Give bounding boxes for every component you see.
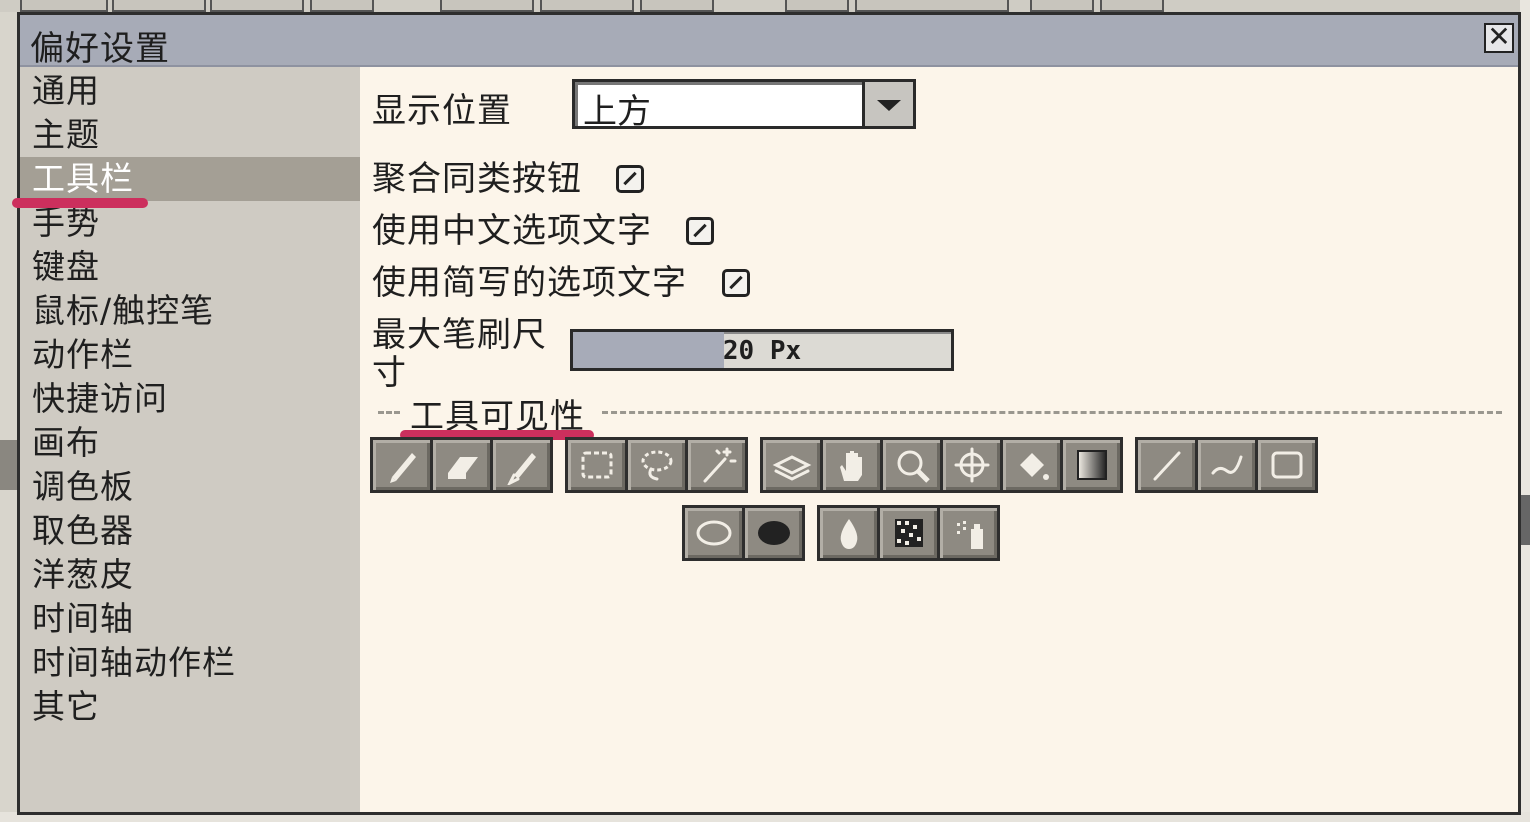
chevron-down-icon [877,100,901,111]
rect-select-icon [581,451,612,479]
sidebar-item[interactable]: 动作栏 [20,333,360,377]
tool-group [565,437,748,493]
sidebar-item[interactable]: 时间轴动作栏 [20,641,360,685]
sidebar-item[interactable]: 调色板 [20,465,360,509]
active-item-highlight-mark [12,198,148,208]
display-position-label: 显示位置 [372,91,512,131]
drop-icon [840,519,857,549]
ellipse-icon [696,520,731,546]
lasso-select-icon [641,450,672,481]
tool-group [370,437,553,493]
group-buttons-label: 聚合同类按钮 [372,159,582,199]
sidebar-item[interactable]: 其它 [20,685,360,729]
layers-icon [772,455,811,481]
sidebar-item[interactable]: 画布 [20,421,360,465]
background-side-mark [0,440,18,490]
sidebar-item[interactable]: 洋葱皮 [20,553,360,597]
chinese-text-checkbox[interactable] [686,217,714,245]
rectangle-tool-toggle[interactable] [1258,440,1315,490]
layers-tool-toggle[interactable] [763,440,820,490]
sidebar-item[interactable]: 工具栏 [20,157,360,201]
display-position-select[interactable]: 上方 [572,79,916,132]
tool-group [1135,437,1318,493]
background-side-panel [1520,0,1530,822]
pen-icon [506,453,536,485]
zoom-tool-toggle[interactable] [883,440,940,490]
section-divider-left [378,411,400,414]
gradient-icon [1076,450,1107,480]
hand-tool-toggle[interactable] [823,440,880,490]
section-divider-right [602,411,1502,414]
sidebar-item[interactable]: 通用 [20,69,360,113]
eraser-tool-toggle[interactable] [433,440,490,490]
zoom-icon [897,450,930,483]
spray-tool-toggle[interactable] [940,508,997,558]
preferences-sidebar: 通用 主题 工具栏 手势 键盘 鼠标/触控笔 动作栏 快捷访问 画布 调色板 取色器 洋葱皮 时间轴 时间… [12,67,360,812]
ellipse-tool-toggle[interactable] [685,508,742,558]
sidebar-item[interactable]: 键盘 [20,245,360,289]
line-icon [1153,451,1180,481]
gradient-tool-toggle[interactable] [1063,440,1120,490]
dialog-title: 偏好设置 [30,29,170,69]
dither-icon [894,519,923,547]
sidebar-item[interactable]: 快捷访问 [20,377,360,421]
fill-bucket-tool-toggle[interactable] [1003,440,1060,490]
rectangle-icon [1271,451,1302,479]
abbrev-text-label: 使用简写的选项文字 [372,263,687,303]
blob-icon [757,521,790,545]
toolbar-settings-panel: 显示位置 上方 聚合同类按钮 使用中文选项文字 使用简写的选项文字 最大笔刷尺 … [360,67,1518,812]
drop-tool-toggle[interactable] [820,508,877,558]
pencil-tool-toggle[interactable] [373,440,430,490]
lasso-select-tool-toggle[interactable] [628,440,685,490]
tool-group [817,505,1000,561]
display-position-dropdown-button[interactable] [862,79,916,129]
pencil-icon [389,453,416,483]
close-icon: ✕ [1487,20,1511,53]
magic-wand-tool-toggle[interactable] [688,440,745,490]
max-brush-size-slider[interactable]: 20 Px [570,329,954,371]
rect-select-tool-toggle[interactable] [568,440,625,490]
move-icon [954,447,989,483]
background-toolbar-strip [0,0,1530,12]
display-position-value: 上方 [583,92,651,132]
magic-wand-icon [703,447,736,483]
fill-bucket-icon [1019,453,1049,480]
max-brush-label-continued: 寸 [372,353,407,393]
tool-group [760,437,1123,493]
dither-tool-toggle[interactable] [880,508,937,558]
spray-icon [956,521,983,549]
close-button[interactable]: ✕ [1484,23,1514,53]
tool-group [682,505,805,561]
hand-icon [839,451,862,481]
group-buttons-checkbox[interactable] [616,165,644,193]
eraser-icon [447,457,478,479]
abbrev-text-checkbox[interactable] [722,269,750,297]
sidebar-item[interactable]: 鼠标/触控笔 [20,289,360,333]
curve-tool-toggle[interactable] [1198,440,1255,490]
sidebar-item[interactable]: 主题 [20,113,360,157]
max-brush-size-value: 20 Px [722,336,802,366]
sidebar-item[interactable]: 时间轴 [20,597,360,641]
dialog-titlebar[interactable]: 偏好设置 ✕ [20,15,1518,69]
blob-tool-toggle[interactable] [745,508,802,558]
pen-tool-toggle[interactable] [493,440,550,490]
sidebar-item[interactable]: 取色器 [20,509,360,553]
curve-icon [1211,455,1242,475]
preferences-dialog: 偏好设置 ✕ 通用 主题 工具栏 手势 键盘 鼠标/触控笔 动作栏 快捷访问 画布 调色板 取色器洋… [12,12,1521,815]
line-tool-toggle[interactable] [1138,440,1195,490]
chinese-text-label: 使用中文选项文字 [372,211,652,251]
move-tool-toggle[interactable] [943,440,1000,490]
